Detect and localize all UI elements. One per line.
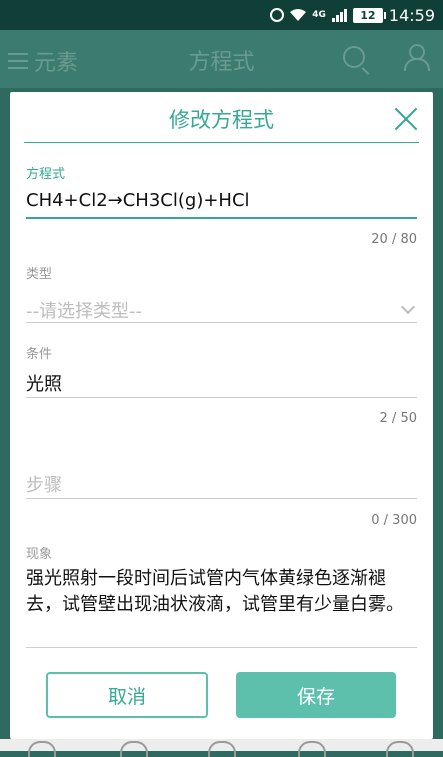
- steps-counter: 0 / 300: [371, 513, 417, 528]
- type-label: 类型: [26, 267, 53, 282]
- network-type: 4G: [312, 10, 326, 20]
- phenomenon-input[interactable]: 强光照射一段时间后试管内气体黄绿色逐渐褪去，试管壁出现油状液滴，试管里有少量白雾…: [26, 566, 417, 618]
- steps-underline: [26, 498, 417, 499]
- condition-underline: [26, 397, 417, 398]
- user-icon[interactable]: [403, 44, 430, 72]
- wifi-icon: [290, 9, 307, 21]
- battery-icon: 12: [352, 7, 386, 23]
- condition-counter: 2 / 50: [379, 411, 417, 426]
- nav-tab-icon-5[interactable]: [386, 741, 414, 757]
- nav-tab-icon-3[interactable]: [208, 741, 236, 757]
- equation-input[interactable]: CH4+Cl2→CH3Cl(g)+HCl: [26, 190, 417, 211]
- equation-underline: [26, 217, 417, 219]
- battery-level: 12: [360, 8, 376, 22]
- nav-tab-icon-4[interactable]: [298, 741, 326, 757]
- alarm-icon: [270, 8, 285, 22]
- app-bar: 元素 方程式: [0, 30, 443, 88]
- dialog-title: 修改方程式: [169, 108, 274, 132]
- condition-label: 条件: [26, 347, 53, 362]
- title-divider: [24, 142, 419, 143]
- status-bar: 4G 12 14:59: [0, 0, 443, 30]
- signal-icon: [331, 8, 347, 22]
- nav-tab-icon-2[interactable]: [120, 741, 148, 757]
- status-time: 14:59: [388, 5, 435, 25]
- edit-equation-dialog: 修改方程式 方程式 CH4+Cl2→CH3Cl(g)+HCl 20 / 80 类…: [10, 92, 433, 739]
- save-button[interactable]: 保存: [236, 672, 396, 718]
- app-title: 方程式: [188, 50, 255, 75]
- close-icon[interactable]: [393, 106, 419, 132]
- steps-input[interactable]: 步骤: [26, 471, 417, 497]
- search-icon[interactable]: [343, 46, 365, 68]
- type-underline: [26, 322, 417, 323]
- phenomenon-underline: [26, 647, 417, 648]
- condition-input[interactable]: 光照: [26, 370, 417, 396]
- type-select[interactable]: --请选择类型--: [26, 297, 417, 323]
- cancel-button[interactable]: 取消: [46, 672, 208, 718]
- equation-counter: 20 / 80: [371, 232, 417, 247]
- nav-element-icon[interactable]: [28, 741, 56, 757]
- equation-label: 方程式: [26, 167, 66, 182]
- phenomenon-label: 现象: [26, 547, 53, 562]
- bottom-navigation: [0, 739, 443, 757]
